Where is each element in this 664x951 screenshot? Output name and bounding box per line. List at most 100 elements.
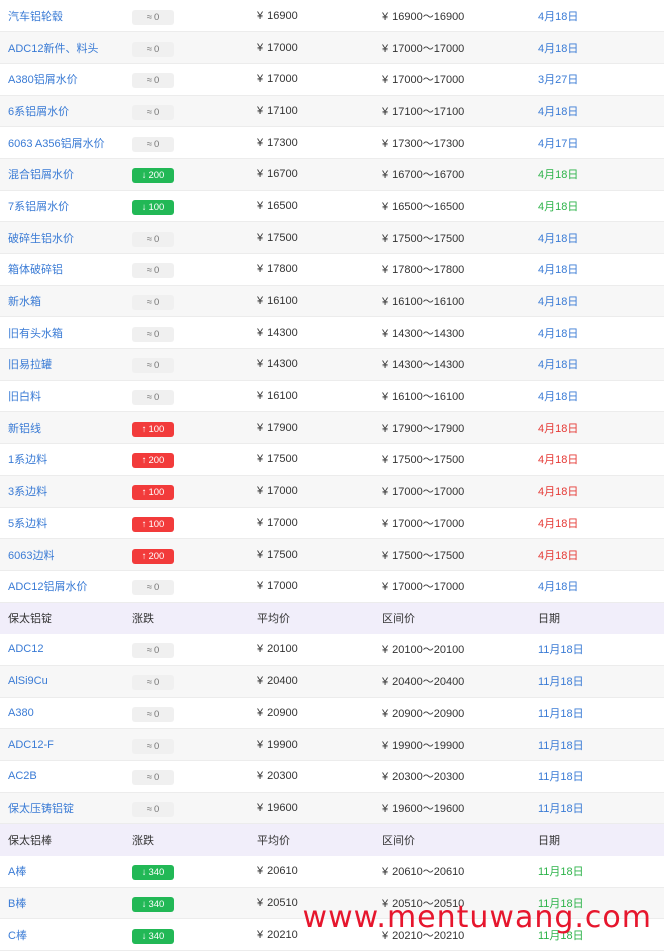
date-link[interactable]: 11月18日: [530, 855, 664, 888]
date-link-text[interactable]: 4月18日: [538, 581, 578, 593]
date-link-text[interactable]: 4月18日: [538, 233, 578, 245]
date-link[interactable]: 4月18日: [530, 316, 664, 350]
date-link[interactable]: 4月18日: [530, 380, 664, 413]
date-link[interactable]: 11月18日: [530, 792, 664, 825]
product-name-link[interactable]: AC2B: [0, 760, 124, 793]
date-link-text[interactable]: 11月18日: [538, 803, 584, 815]
date-link[interactable]: 4月18日: [530, 570, 664, 603]
product-name-link-text[interactable]: 破碎生铝水价: [8, 233, 74, 245]
product-name-link-text[interactable]: 汽车铝轮毂: [8, 11, 63, 23]
product-name-link[interactable]: ADC12铝屑水价: [0, 570, 124, 603]
date-link-text[interactable]: 4月18日: [538, 454, 578, 466]
product-name-link-text[interactable]: 3系边料: [8, 486, 47, 498]
date-link[interactable]: 11月18日: [530, 633, 664, 666]
date-link-text[interactable]: 4月18日: [538, 264, 578, 276]
product-name-link-text[interactable]: 旧白料: [8, 391, 41, 403]
date-link[interactable]: 4月17日: [530, 126, 664, 159]
product-name-link-text[interactable]: 新水箱: [8, 296, 41, 308]
product-name-link-text[interactable]: 7系铝屑水价: [8, 201, 69, 213]
date-link[interactable]: 4月18日: [530, 285, 664, 318]
product-name-link[interactable]: A棒: [0, 855, 124, 888]
product-name-link-text[interactable]: ADC12新件、料头: [8, 43, 98, 55]
product-name-link-text[interactable]: 旧有头水箱: [8, 328, 63, 340]
product-name-link-text[interactable]: C棒: [8, 930, 27, 942]
date-link-text[interactable]: 3月27日: [538, 74, 578, 86]
product-name-link[interactable]: A380: [0, 697, 124, 730]
date-link-text[interactable]: 11月18日: [538, 771, 584, 783]
date-link-text[interactable]: 4月18日: [538, 550, 578, 562]
product-name-link[interactable]: 3系边料: [0, 475, 124, 508]
product-name-link-text[interactable]: 保太压铸铝锭: [8, 803, 74, 815]
product-name-link[interactable]: 1系边料: [0, 443, 124, 476]
date-link[interactable]: 4月18日: [530, 348, 664, 381]
product-name-link[interactable]: 破碎生铝水价: [0, 221, 124, 254]
product-name-link[interactable]: 7系铝屑水价: [0, 190, 124, 223]
date-link[interactable]: 11月18日: [530, 760, 664, 793]
date-link[interactable]: 4月18日: [530, 95, 664, 128]
date-link[interactable]: 4月18日: [530, 158, 664, 191]
product-name-link[interactable]: ADC12: [0, 633, 124, 666]
product-name-link-text[interactable]: AlSi9Cu: [8, 675, 48, 687]
product-name-link-text[interactable]: 混合铝屑水价: [8, 169, 74, 181]
date-link-text[interactable]: 4月18日: [538, 359, 578, 371]
product-name-link-text[interactable]: 1系边料: [8, 454, 47, 466]
date-link[interactable]: 11月18日: [530, 728, 664, 761]
product-name-link-text[interactable]: A380: [8, 707, 34, 719]
product-name-link[interactable]: 6系铝屑水价: [0, 95, 124, 128]
product-name-link[interactable]: 旧白料: [0, 380, 124, 413]
date-link-text[interactable]: 11月18日: [538, 740, 584, 752]
date-link-text[interactable]: 4月18日: [538, 423, 578, 435]
date-link-text[interactable]: 4月18日: [538, 169, 578, 181]
date-link[interactable]: 4月18日: [530, 411, 664, 445]
date-link[interactable]: 4月18日: [530, 538, 664, 571]
product-name-link[interactable]: 新铝线: [0, 411, 124, 445]
date-link-text[interactable]: 4月18日: [538, 328, 578, 340]
product-name-link[interactable]: 6063 A356铝屑水价: [0, 126, 124, 159]
date-link-text[interactable]: 4月18日: [538, 486, 578, 498]
date-link-text[interactable]: 4月18日: [538, 518, 578, 530]
product-name-link-text[interactable]: 箱体破碎铝: [8, 264, 63, 276]
date-link[interactable]: 3月27日: [530, 63, 664, 96]
product-name-link-text[interactable]: AC2B: [8, 770, 37, 782]
date-link-text[interactable]: 4月18日: [538, 11, 578, 23]
product-name-link[interactable]: 旧易拉罐: [0, 348, 124, 381]
product-name-link-text[interactable]: ADC12-F: [8, 739, 54, 751]
date-link[interactable]: 4月18日: [530, 253, 664, 286]
product-name-link[interactable]: C棒: [0, 918, 124, 951]
product-name-link[interactable]: 5系边料: [0, 507, 124, 540]
product-name-link[interactable]: 汽车铝轮毂: [0, 0, 124, 33]
product-name-link[interactable]: ADC12新件、料头: [0, 31, 124, 64]
product-name-link[interactable]: 新水箱: [0, 285, 124, 318]
date-link-text[interactable]: 11月18日: [538, 708, 584, 720]
date-link[interactable]: 4月18日: [530, 190, 664, 223]
date-link-text[interactable]: 4月17日: [538, 138, 578, 150]
product-name-link[interactable]: AlSi9Cu: [0, 665, 124, 698]
date-link-text[interactable]: 11月18日: [538, 644, 584, 656]
product-name-link[interactable]: 混合铝屑水价: [0, 158, 124, 191]
date-link-text[interactable]: 4月18日: [538, 201, 578, 213]
date-link-text[interactable]: 4月18日: [538, 391, 578, 403]
product-name-link-text[interactable]: 旧易拉罐: [8, 359, 52, 371]
date-link[interactable]: 4月18日: [530, 0, 664, 33]
date-link-text[interactable]: 11月18日: [538, 676, 584, 688]
product-name-link-text[interactable]: ADC12铝屑水价: [8, 581, 87, 593]
date-link[interactable]: 11月18日: [530, 665, 664, 698]
date-link[interactable]: 11月18日: [530, 697, 664, 730]
product-name-link[interactable]: 箱体破碎铝: [0, 253, 124, 286]
product-name-link-text[interactable]: 6063边料: [8, 550, 54, 562]
date-link[interactable]: 4月18日: [530, 31, 664, 64]
product-name-link-text[interactable]: A380铝屑水价: [8, 74, 78, 86]
date-link-text[interactable]: 4月18日: [538, 106, 578, 118]
product-name-link[interactable]: B棒: [0, 887, 124, 920]
product-name-link-text[interactable]: ADC12: [8, 643, 43, 655]
date-link[interactable]: 4月18日: [530, 221, 664, 254]
date-link-text[interactable]: 4月18日: [538, 43, 578, 55]
product-name-link[interactable]: 6063边料: [0, 538, 124, 571]
date-link-text[interactable]: 11月18日: [538, 866, 584, 878]
date-link-text[interactable]: 4月18日: [538, 296, 578, 308]
product-name-link-text[interactable]: 6系铝屑水价: [8, 106, 69, 118]
date-link[interactable]: 4月18日: [530, 443, 664, 476]
product-name-link[interactable]: ADC12-F: [0, 728, 124, 761]
product-name-link[interactable]: 旧有头水箱: [0, 316, 124, 350]
product-name-link-text[interactable]: 新铝线: [8, 423, 41, 435]
